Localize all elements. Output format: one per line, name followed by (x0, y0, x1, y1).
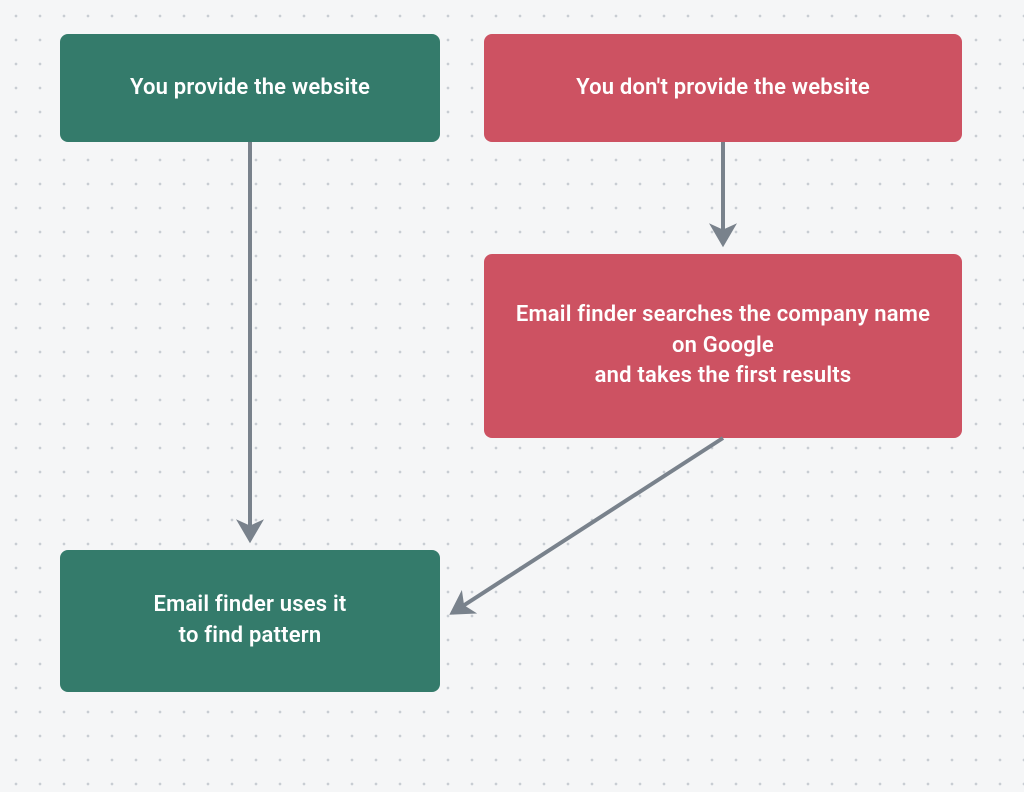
node-dont-provide-website: You don't provide the website (484, 34, 962, 142)
node-provide-website: You provide the website (60, 34, 440, 142)
arrow-google-to-pattern (452, 438, 723, 613)
node-label: You provide the website (130, 73, 370, 104)
node-label: Email finder uses itto find pattern (154, 590, 347, 652)
node-label: You don't provide the website (576, 73, 870, 104)
node-find-pattern: Email finder uses itto find pattern (60, 550, 440, 692)
node-label: Email finder searches the company name o… (502, 300, 944, 392)
node-google-search: Email finder searches the company name o… (484, 254, 962, 438)
diagram-canvas: You provide the website You don't provid… (0, 0, 1024, 792)
